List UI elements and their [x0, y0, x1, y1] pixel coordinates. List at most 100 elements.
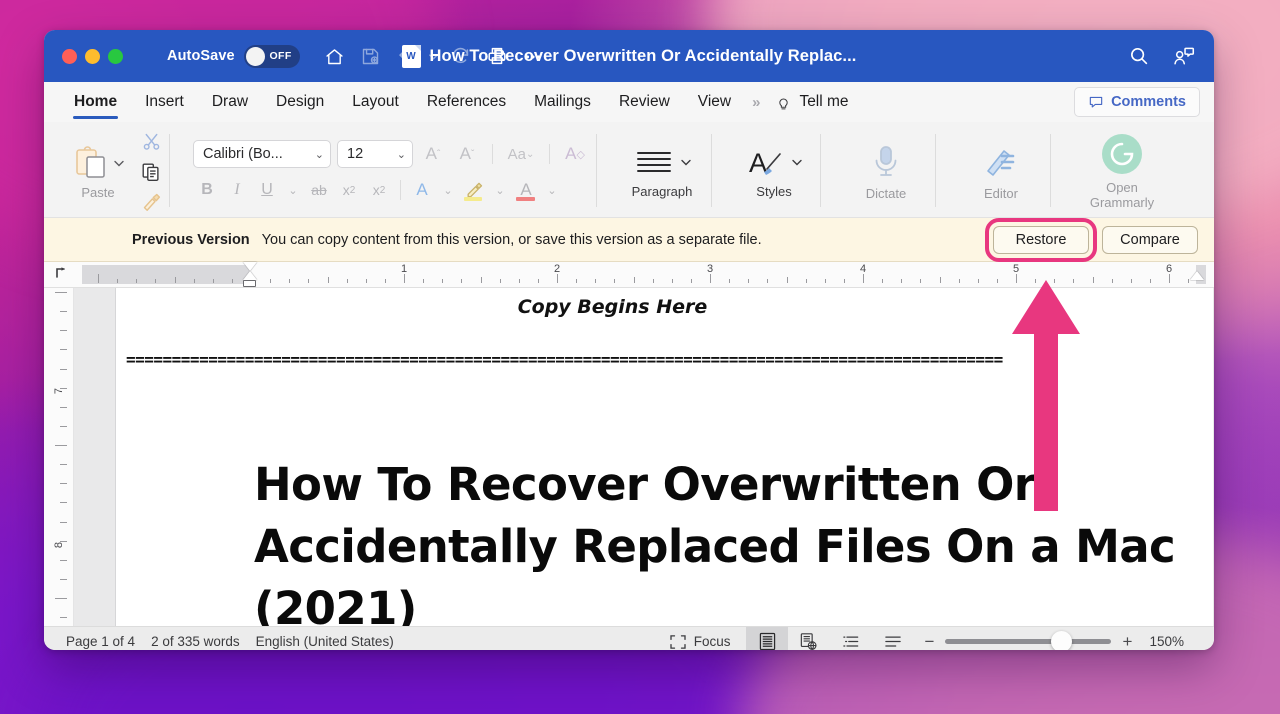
paste-label: Paste [81, 185, 115, 200]
zoom-percent[interactable]: 150% [1143, 634, 1202, 649]
redo-icon[interactable] [444, 39, 478, 73]
tab-references[interactable]: References [413, 82, 520, 122]
clipboard-group: Paste [54, 126, 181, 217]
minimize-button[interactable] [85, 48, 100, 64]
print-icon[interactable] [480, 39, 514, 73]
scissors-icon[interactable] [136, 129, 166, 155]
underline-chevron-down-icon[interactable]: ⌄ [283, 177, 303, 203]
page-indicator[interactable]: Page 1 of 4 [66, 634, 151, 649]
format-painter-icon[interactable] [136, 189, 166, 215]
highlight-chevron-down-icon[interactable]: ⌄ [490, 177, 510, 203]
tab-stop-selector[interactable] [54, 266, 68, 283]
web-layout-view-button[interactable] [788, 627, 830, 650]
vertical-ruler-tick [60, 464, 67, 465]
word-count[interactable]: 2 of 335 words [151, 634, 256, 649]
underline-button[interactable]: U [253, 177, 281, 203]
tab-layout[interactable]: Layout [338, 82, 413, 122]
shrink-font-icon[interactable]: Aˇ [453, 141, 481, 167]
print-layout-view-button[interactable] [746, 627, 789, 650]
restore-button[interactable]: Restore [993, 225, 1089, 254]
zoom-in-button[interactable]: + [1120, 632, 1134, 651]
comments-button[interactable]: Comments [1074, 87, 1200, 117]
styles-button[interactable]: A Styles [731, 126, 817, 217]
focus-button[interactable]: Focus [654, 634, 747, 649]
strikethrough-button[interactable]: ab [305, 177, 333, 203]
open-grammarly-button[interactable]: Open Grammarly [1070, 126, 1174, 217]
undo-chevron-down-icon[interactable] [426, 39, 442, 73]
paragraph-button[interactable]: Paragraph [616, 126, 708, 217]
zoom-slider[interactable] [945, 631, 1112, 650]
paragraph-chevron-down-icon[interactable] [680, 156, 692, 168]
superscript-button[interactable]: x2 [365, 177, 393, 203]
paste-chevron-down-icon[interactable] [113, 157, 125, 169]
paragraph-group: Paragraph [608, 126, 723, 217]
styles-chevron-down-icon[interactable] [791, 156, 803, 168]
ruler-tick [1035, 279, 1037, 283]
styles-group: A Styles [723, 126, 832, 217]
tab-design[interactable]: Design [262, 82, 338, 122]
zoom-slider-knob[interactable] [1051, 631, 1073, 650]
paste-button[interactable]: Paste [62, 126, 134, 217]
ruler-tick [518, 279, 520, 283]
zoom-button[interactable] [108, 48, 123, 64]
font-size-select[interactable]: 12 ⌄ [337, 140, 413, 168]
undo-icon[interactable] [390, 39, 424, 73]
tab-mailings[interactable]: Mailings [520, 82, 605, 122]
right-indent-marker[interactable] [1190, 271, 1204, 280]
grow-font-icon[interactable]: Aˆ [419, 141, 447, 167]
dictate-button[interactable]: Dictate [840, 126, 932, 217]
previous-version-label: Previous Version [132, 231, 250, 248]
bold-button[interactable]: B [193, 177, 221, 203]
change-case-icon[interactable]: Aa ⌄ [504, 141, 538, 167]
more-icon[interactable] [516, 39, 550, 73]
close-button[interactable] [62, 48, 77, 64]
window-titlebar: AutoSave OFF W How To Recover Overwritte… [44, 30, 1214, 82]
tab-home[interactable]: Home [60, 82, 131, 122]
copy-icon[interactable] [136, 159, 166, 185]
share-people-icon[interactable] [1166, 39, 1200, 73]
text-effects-icon[interactable]: A [408, 177, 436, 203]
text-effects-chevron-down-icon[interactable]: ⌄ [438, 177, 458, 203]
draft-view-button[interactable] [872, 627, 914, 650]
outline-view-button[interactable] [830, 627, 872, 650]
font-family-select[interactable]: Calibri (Bo... ⌄ [193, 140, 331, 168]
vertical-ruler-tick [55, 445, 67, 446]
tab-review[interactable]: Review [605, 82, 684, 122]
font-color-chevron-down-icon[interactable]: ⌄ [542, 177, 562, 203]
tab-insert[interactable]: Insert [131, 82, 198, 122]
subscript-button[interactable]: x2 [335, 177, 363, 203]
styles-label: Styles [756, 183, 792, 199]
autosave-control[interactable]: AutoSave OFF [167, 44, 300, 68]
tab-view[interactable]: View [684, 82, 745, 122]
ruler-tick [308, 279, 310, 283]
zoom-out-button[interactable]: − [922, 632, 936, 651]
autosave-toggle[interactable]: OFF [243, 44, 300, 68]
vertical-ruler-tick [60, 579, 67, 580]
search-icon[interactable] [1122, 39, 1156, 73]
tell-me-button[interactable]: Tell me [765, 82, 858, 122]
font-size-chevron-down-icon: ⌄ [396, 148, 406, 161]
grammarly-group: Open Grammarly [1062, 126, 1182, 217]
document-page[interactable]: Copy Begins Here =======================… [116, 288, 1213, 626]
language-indicator[interactable]: English (United States) [256, 634, 410, 649]
editor-button[interactable]: Editor [955, 126, 1047, 217]
highlight-icon[interactable] [460, 177, 488, 203]
font-family-chevron-down-icon: ⌄ [314, 148, 324, 161]
hanging-indent-marker[interactable] [243, 271, 257, 280]
vertical-ruler: 7 8 [44, 288, 74, 626]
tab-draw[interactable]: Draw [198, 82, 262, 122]
compare-button[interactable]: Compare [1102, 225, 1198, 254]
ruler-tick [729, 279, 731, 283]
ribbon-overflow-icon[interactable]: » [745, 82, 765, 122]
home-icon[interactable] [318, 39, 352, 73]
ruler-tick [652, 279, 654, 283]
first-line-indent-marker[interactable] [243, 262, 257, 271]
font-color-icon[interactable]: A [512, 177, 540, 203]
save-icon[interactable] [354, 39, 388, 73]
left-indent-marker[interactable] [243, 280, 256, 287]
vertical-ruler-number-8: 8 [53, 542, 65, 549]
italic-button[interactable]: I [223, 177, 251, 203]
previous-version-bar: Previous Version You can copy content fr… [44, 217, 1214, 262]
clear-formatting-icon[interactable]: A ◇ [561, 141, 589, 167]
ruler-tick [423, 279, 425, 283]
